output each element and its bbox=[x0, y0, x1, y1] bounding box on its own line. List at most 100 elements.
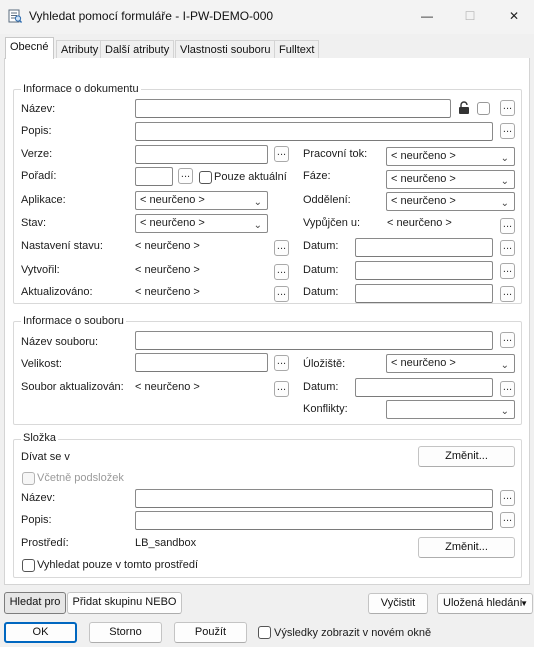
slozka-nazev-label: Název: bbox=[21, 492, 56, 504]
slozka-nazev-input[interactable] bbox=[135, 489, 493, 508]
vypujcen-browse-button[interactable]: ... bbox=[500, 218, 515, 234]
tab-atributy[interactable]: Atributy bbox=[56, 40, 104, 59]
divat-se-v-label: Dívat se v bbox=[21, 451, 70, 463]
document-info-legend: Informace o dokumentu bbox=[21, 83, 141, 96]
pracovni-tok-select[interactable]: < neurčeno > ⌄ bbox=[386, 147, 515, 166]
new-window-label: Výsledky zobrazit v novém okně bbox=[274, 627, 432, 639]
pouze-aktualni-checkbox[interactable] bbox=[199, 171, 212, 184]
poradi-browse-button[interactable]: ... bbox=[178, 168, 193, 184]
aplikace-select-value: < neurčeno > bbox=[140, 194, 205, 206]
aplikace-label: Aplikace: bbox=[21, 194, 66, 206]
pouze-aktualni-label: Pouze aktuální bbox=[214, 171, 287, 183]
vytvoril-browse-button[interactable]: ... bbox=[274, 264, 289, 280]
nazev-souboru-input[interactable] bbox=[135, 331, 493, 350]
pracovni-tok-select-value: < neurčeno > bbox=[391, 150, 456, 162]
nastaveni-stavu-value: < neurčeno > bbox=[135, 240, 200, 252]
pridat-skupinu-nebo-button[interactable]: Přidat skupinu NEBO bbox=[67, 592, 182, 614]
konflikty-select[interactable]: ⌄ bbox=[386, 400, 515, 419]
popis-browse-button[interactable]: ... bbox=[500, 123, 515, 139]
velikost-browse-button[interactable]: ... bbox=[274, 355, 289, 371]
vytvoril-value: < neurčeno > bbox=[135, 264, 200, 276]
hledat-pro-button[interactable]: Hledat pro bbox=[4, 592, 66, 614]
stav-select[interactable]: < neurčeno > ⌄ bbox=[135, 214, 268, 233]
soubor-datum-browse-button[interactable]: ... bbox=[500, 381, 515, 397]
tab-dalsi-atributy[interactable]: Další atributy bbox=[100, 40, 175, 59]
faze-label: Fáze: bbox=[303, 170, 331, 182]
tab-fulltext[interactable]: Fulltext bbox=[274, 40, 320, 59]
slozka-popis-browse-button[interactable]: ... bbox=[500, 512, 515, 528]
stav-select-value: < neurčeno > bbox=[140, 217, 205, 229]
oddeleni-select-value: < neurčeno > bbox=[391, 195, 456, 207]
datum-label: Datum: bbox=[303, 240, 339, 252]
only-environment-checkbox[interactable] bbox=[22, 559, 35, 572]
prostredi-value: LB_sandbox bbox=[135, 537, 197, 549]
slozka-nazev-browse-button[interactable]: ... bbox=[500, 490, 515, 506]
datum-1-browse-button[interactable]: ... bbox=[500, 240, 515, 256]
vypujcen-value: < neurčeno > bbox=[387, 217, 452, 229]
verze-browse-button[interactable]: ... bbox=[274, 146, 289, 162]
slozka-popis-input[interactable] bbox=[135, 511, 493, 530]
nazev-browse-button[interactable]: ... bbox=[500, 100, 515, 116]
close-button[interactable]: ✕ bbox=[501, 6, 527, 26]
chevron-down-icon: ⌄ bbox=[500, 198, 509, 209]
datum-3-browse-button[interactable]: ... bbox=[500, 286, 515, 302]
form-search-icon bbox=[8, 9, 22, 23]
nazev-input[interactable] bbox=[135, 99, 451, 118]
soubor-aktualizovan-value: < neurčeno > bbox=[135, 381, 200, 393]
file-info-legend: Informace o souboru bbox=[21, 315, 126, 328]
velikost-input[interactable] bbox=[135, 353, 268, 372]
konflikty-label: Konflikty: bbox=[303, 403, 348, 415]
verze-input[interactable] bbox=[135, 145, 268, 164]
vcetne-podslozek-checkbox[interactable] bbox=[22, 472, 35, 485]
only-environment-label: Vyhledat pouze v tomto prostředí bbox=[37, 559, 199, 571]
popis-input[interactable] bbox=[135, 122, 493, 141]
chevron-down-icon: ⌄ bbox=[500, 360, 509, 371]
chevron-down-icon: ⌄ bbox=[253, 220, 262, 231]
pouzit-button[interactable]: Použít bbox=[174, 622, 247, 643]
datum-label: Datum: bbox=[303, 264, 339, 276]
tab-vlastnosti-souboru[interactable]: Vlastnosti souboru bbox=[175, 40, 276, 59]
uloziste-select[interactable]: < neurčeno > ⌄ bbox=[386, 354, 515, 373]
chevron-down-icon: ⌄ bbox=[500, 406, 509, 417]
nastaveni-stavu-label: Nastavení stavu: bbox=[21, 240, 103, 252]
soubor-datum-input[interactable] bbox=[355, 378, 493, 397]
aplikace-select[interactable]: < neurčeno > ⌄ bbox=[135, 191, 268, 210]
zmenit-folder-button[interactable]: Změnit... bbox=[418, 446, 515, 467]
poradi-input[interactable] bbox=[135, 167, 173, 186]
stav-label: Stav: bbox=[21, 217, 47, 229]
oddeleni-label: Oddělení: bbox=[303, 194, 351, 206]
prostredi-label: Prostředí: bbox=[21, 537, 69, 549]
ok-button[interactable]: OK bbox=[4, 622, 77, 643]
uloziste-select-value: < neurčeno > bbox=[391, 357, 456, 369]
minimize-button[interactable]: — bbox=[414, 6, 440, 26]
maximize-button[interactable]: ☐ bbox=[457, 6, 483, 26]
slozka-popis-label: Popis: bbox=[21, 514, 52, 526]
soubor-datum-label: Datum: bbox=[303, 381, 339, 393]
title-bar: Vyhledat pomocí formuláře - I-PW-DEMO-00… bbox=[0, 0, 534, 34]
nazev-checkbox[interactable] bbox=[477, 102, 490, 115]
nazev-souboru-browse-button[interactable]: ... bbox=[500, 332, 515, 348]
ulozena-hledani-dropdown[interactable]: Uložená hledání ▼ bbox=[437, 593, 533, 614]
new-window-checkbox[interactable] bbox=[258, 626, 271, 639]
faze-select[interactable]: < neurčeno > ⌄ bbox=[386, 170, 515, 189]
unlock-icon[interactable] bbox=[458, 101, 470, 114]
datum-input-3[interactable] bbox=[355, 284, 493, 303]
datum-label: Datum: bbox=[303, 286, 339, 298]
datum-input-2[interactable] bbox=[355, 261, 493, 280]
vcetne-podslozek-label: Včetně podsložek bbox=[37, 472, 124, 484]
datum-2-browse-button[interactable]: ... bbox=[500, 263, 515, 279]
poradi-label: Pořadí: bbox=[21, 170, 57, 182]
nastaveni-stavu-browse-button[interactable]: ... bbox=[274, 240, 289, 256]
vytvoril-label: Vytvořil: bbox=[21, 264, 60, 276]
zmenit-prostredi-button[interactable]: Změnit... bbox=[418, 537, 515, 558]
oddeleni-select[interactable]: < neurčeno > ⌄ bbox=[386, 192, 515, 211]
datum-input-1[interactable] bbox=[355, 238, 493, 257]
uloziste-label: Úložiště: bbox=[303, 358, 346, 370]
aktualizovano-value: < neurčeno > bbox=[135, 286, 200, 298]
storno-button[interactable]: Storno bbox=[89, 622, 162, 643]
vycistit-button[interactable]: Vyčistit bbox=[368, 593, 428, 614]
soubor-aktualizovan-browse-button[interactable]: ... bbox=[274, 381, 289, 397]
tab-obecne[interactable]: Obecné bbox=[5, 37, 54, 59]
faze-select-value: < neurčeno > bbox=[391, 173, 456, 185]
aktualizovano-browse-button[interactable]: ... bbox=[274, 286, 289, 302]
